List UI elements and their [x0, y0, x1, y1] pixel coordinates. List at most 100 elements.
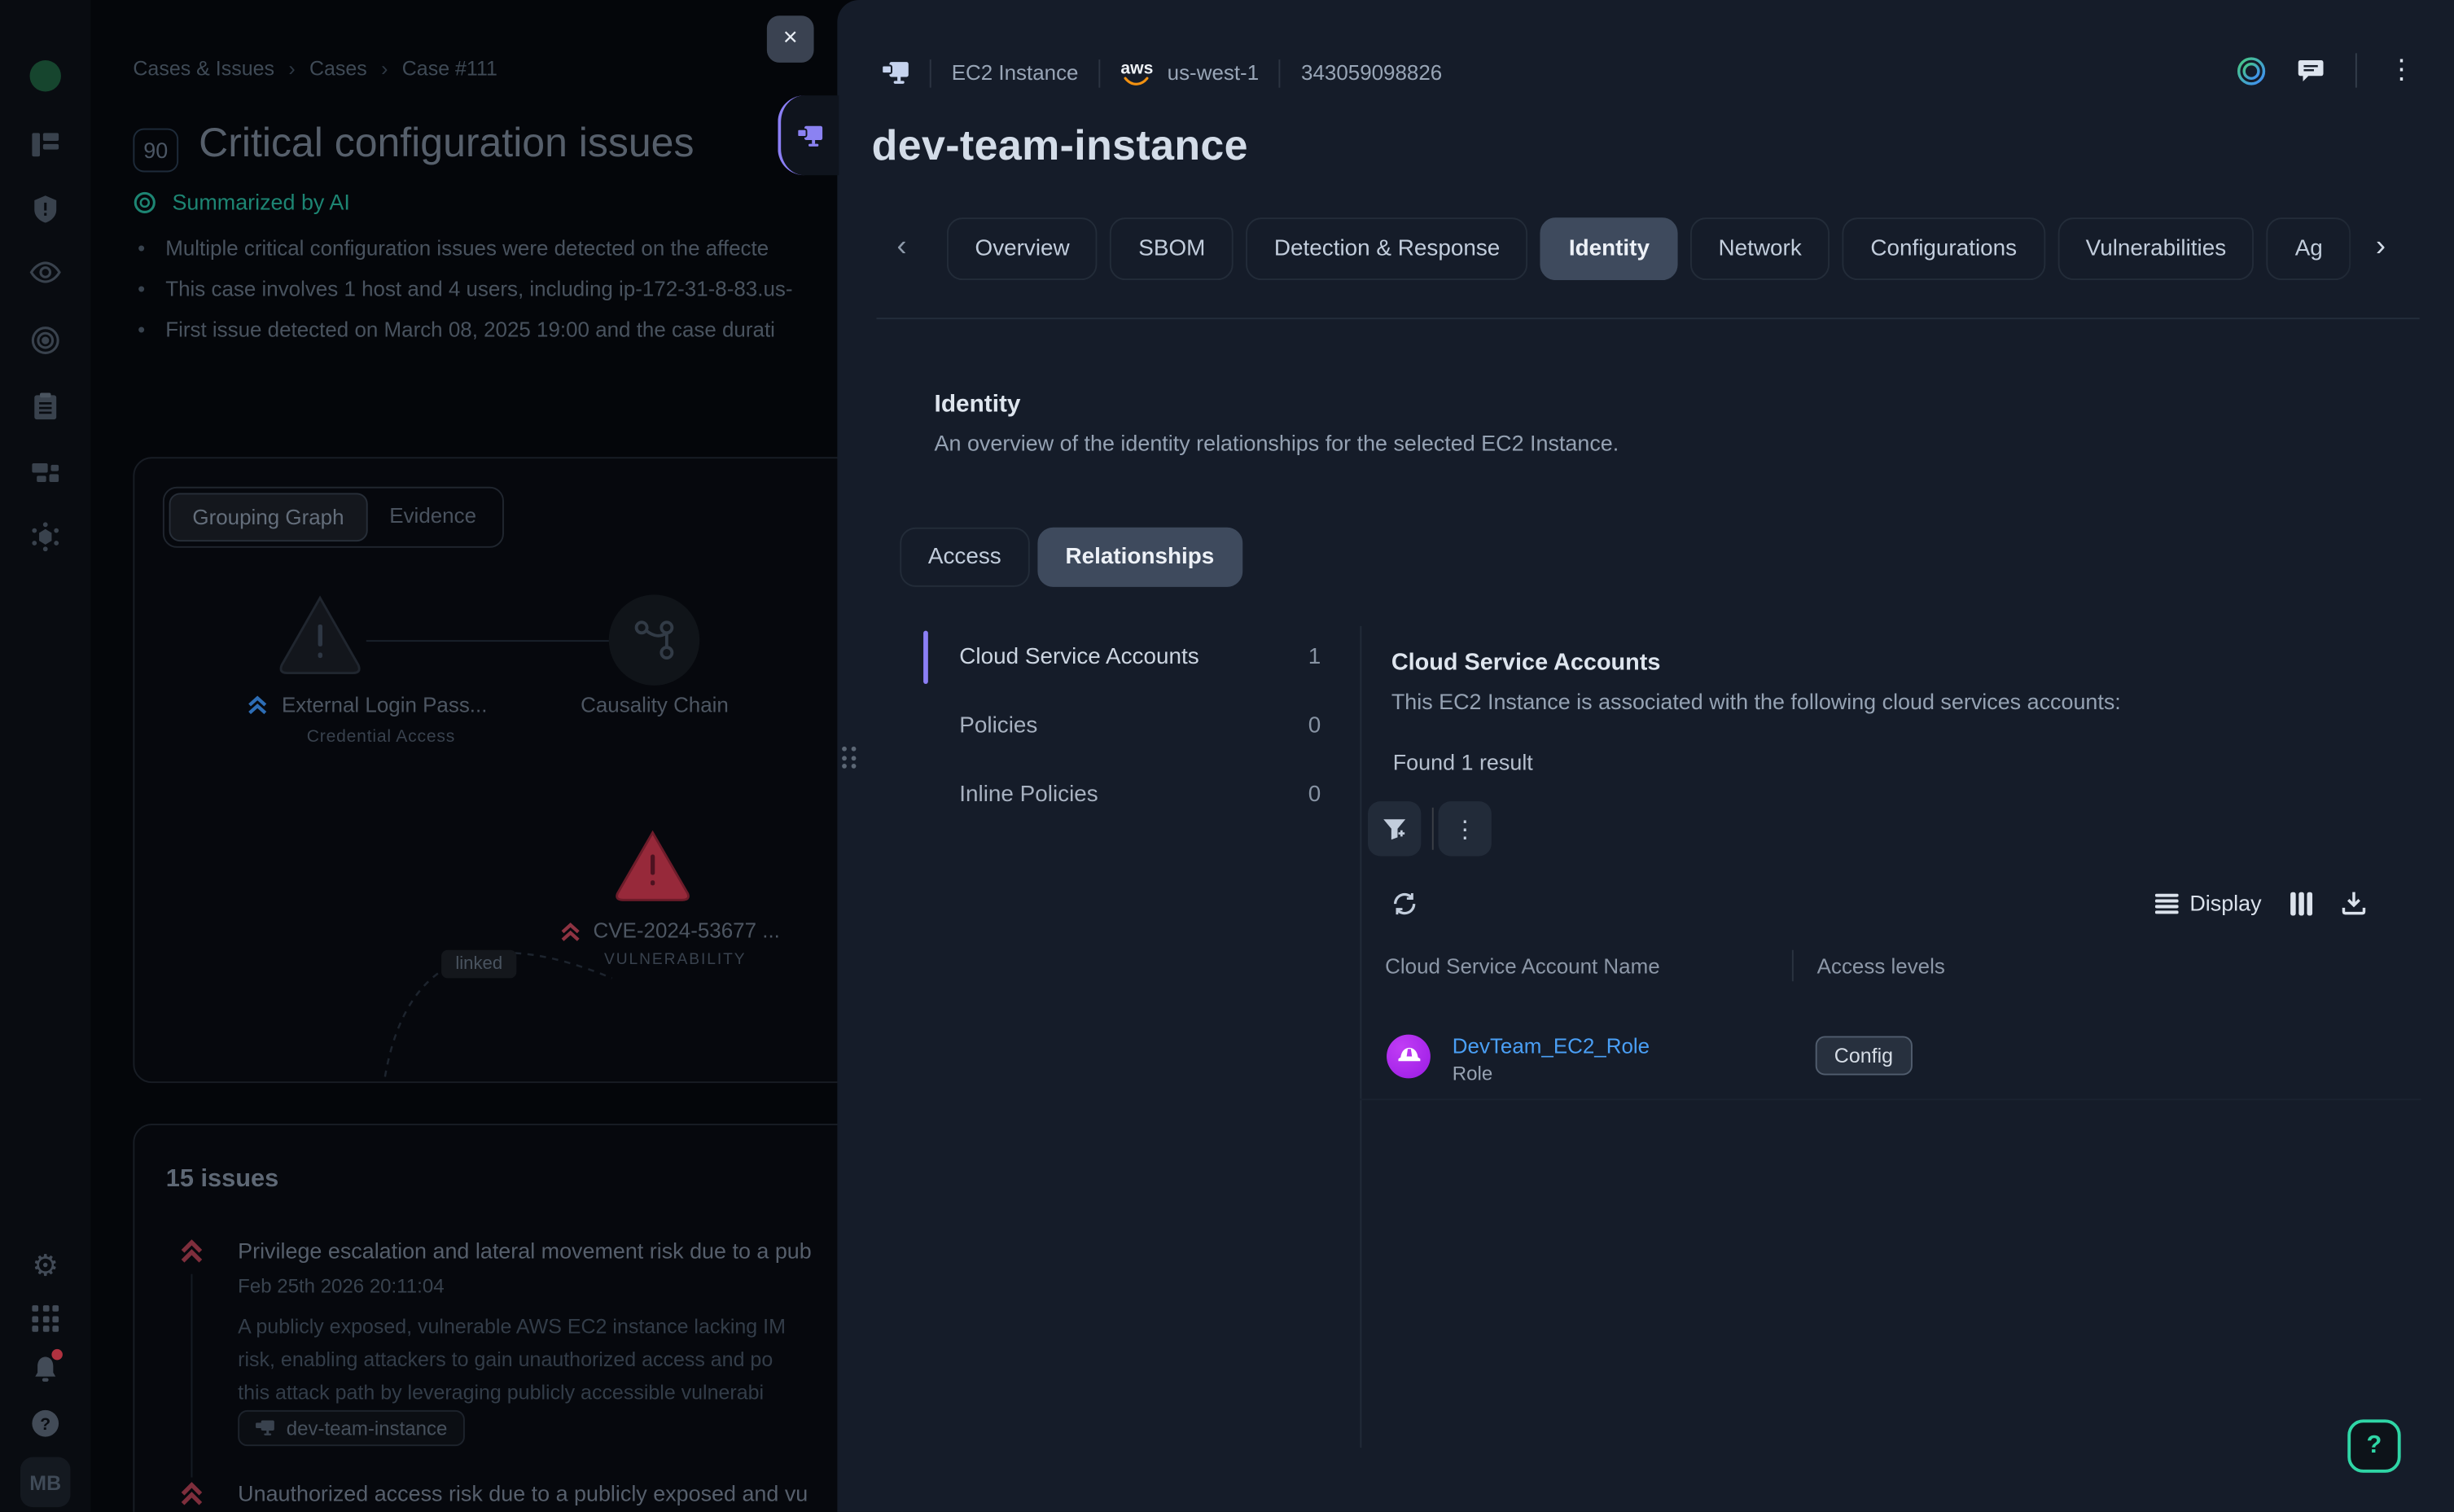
clipboard-icon[interactable] [32, 392, 59, 422]
ai-bullet: • First issue detected on March 08, 2025… [138, 318, 775, 341]
bullet-icon: • [138, 277, 145, 300]
issues-count-heading: 15 issues [166, 1166, 279, 1194]
relationship-nav: Cloud Service Accounts 1 Policies 0 Inli… [923, 623, 1343, 830]
column-header-name[interactable]: Cloud Service Account Name [1385, 955, 1660, 979]
ec2-monitor-icon [881, 61, 909, 85]
grouping-graph-card: Grouping Graph Evidence [133, 457, 903, 1083]
tab-network[interactable]: Network [1690, 217, 1830, 280]
bell-icon[interactable] [31, 1354, 59, 1384]
help-circle-icon[interactable]: ? [30, 1409, 60, 1439]
case-page: Cases & Issues › Cases › Case #111 90 Cr… [90, 0, 905, 1512]
node-label[interactable]: CVE-2024-53677 ... [594, 918, 780, 942]
gear-icon[interactable]: ⚙ [32, 1252, 59, 1282]
nav-policies[interactable]: Policies 0 [923, 692, 1343, 761]
graph-view-toggle: Grouping Graph Evidence [163, 487, 505, 548]
node-sublabel: VULNERABILITY [604, 952, 747, 969]
issue-description: A publicly exposed, vulnerable AWS EC2 i… [238, 1310, 786, 1409]
warning-node-icon[interactable] [275, 594, 365, 675]
issue-timestamp: Feb 25th 2026 20:11:04 [238, 1276, 444, 1298]
display-label: Display [2189, 891, 2261, 916]
chevron-right-icon: › [288, 56, 295, 80]
dashboard-icon[interactable] [30, 130, 60, 160]
csa-heading: Cloud Service Accounts [1391, 650, 1661, 677]
svg-text:?: ? [40, 1415, 50, 1434]
severity-chevrons-icon [178, 1480, 205, 1507]
ai-ring-icon [133, 191, 156, 214]
access-level-chip[interactable]: Config [1816, 1036, 1912, 1075]
edge-label: linked [441, 950, 516, 979]
table-kebab-button[interactable]: ⋮ [1438, 801, 1491, 856]
subtab-access[interactable]: Access [900, 528, 1029, 587]
inventory-blocks-icon[interactable] [30, 457, 60, 484]
tab-configurations[interactable]: Configurations [1843, 217, 2045, 280]
refresh-icon[interactable] [1391, 891, 1418, 918]
row-divider [1360, 1098, 2421, 1100]
eye-icon[interactable] [30, 261, 61, 283]
identity-section-heading: Identity [935, 392, 1021, 420]
tab-vulnerabilities[interactable]: Vulnerabilities [2057, 217, 2255, 280]
radar-bug-icon[interactable] [30, 521, 61, 552]
breadcrumb-cases[interactable]: Cases [309, 56, 367, 80]
region-label: us-west-1 [1168, 61, 1259, 85]
severity-chevrons-icon [178, 1238, 205, 1264]
orca-ai-ring-icon[interactable] [2237, 55, 2267, 85]
comment-icon[interactable] [2298, 59, 2325, 82]
tabs-scroll-right-icon[interactable]: › [2376, 230, 2386, 265]
tab-evidence[interactable]: Evidence [367, 493, 498, 541]
severity-chevrons-icon [559, 920, 582, 944]
account-name-link[interactable]: DevTeam_EC2_Role [1453, 1035, 1650, 1058]
tabs-scroll-left-icon[interactable]: ‹ [896, 230, 906, 265]
causality-node-icon[interactable] [607, 594, 701, 687]
display-button[interactable]: Display [2155, 891, 2262, 916]
nav-cloud-service-accounts[interactable]: Cloud Service Accounts 1 [923, 623, 1343, 692]
shield-alert-icon[interactable] [31, 194, 59, 224]
nav-inline-policies[interactable]: Inline Policies 0 [923, 760, 1343, 830]
role-avatar [1387, 1035, 1431, 1079]
tab-overview[interactable]: Overview [947, 217, 1098, 280]
ai-summary-header: Summarized by AI [133, 190, 349, 215]
result-count: Found 1 result [1393, 750, 1533, 775]
chevron-right-icon: › [381, 56, 388, 80]
asset-tag-chip[interactable]: dev-team-instance [238, 1410, 464, 1446]
bullet-icon: • [138, 318, 145, 341]
column-header-access[interactable]: Access levels [1817, 955, 1945, 979]
filter-button[interactable] [1368, 801, 1421, 856]
tab-grouping-graph[interactable]: Grouping Graph [169, 493, 368, 541]
issue-title[interactable]: Unauthorized access risk due to a public… [238, 1480, 808, 1505]
asset-tabbar: Overview SBOM Detection & Response Ident… [947, 217, 2418, 280]
tabbar-fade [2332, 214, 2442, 283]
tab-detection-response[interactable]: Detection & Response [1246, 217, 1528, 280]
identity-subtabs: Access Relationships [900, 528, 1242, 587]
columns-icon[interactable] [2290, 892, 2313, 915]
target-icon[interactable] [30, 326, 60, 356]
pinned-asset-tab[interactable] [778, 95, 839, 175]
tabbar-divider [876, 318, 2419, 319]
issue-title[interactable]: Privilege escalation and lateral movemen… [238, 1238, 812, 1263]
cve-warning-node-icon[interactable] [612, 828, 694, 901]
kebab-menu-icon[interactable]: ⋮ [2388, 55, 2415, 85]
asset-type-label: EC2 Instance [952, 61, 1079, 85]
node-label[interactable]: Causality Chain [581, 694, 729, 717]
download-icon[interactable] [2342, 891, 2367, 916]
breadcrumb-cases-issues[interactable]: Cases & Issues [133, 56, 274, 80]
node-sublabel: Credential Access [307, 728, 455, 747]
close-button[interactable]: × [767, 15, 814, 63]
tab-identity[interactable]: Identity [1540, 217, 1677, 280]
breadcrumb-case-111: Case #111 [402, 56, 497, 80]
content-divider [1360, 626, 1361, 1448]
app-grid-icon[interactable] [32, 1305, 59, 1332]
user-avatar[interactable]: MB [20, 1457, 71, 1508]
tab-sbom[interactable]: SBOM [1111, 217, 1234, 280]
risk-score-badge: 90 [133, 129, 178, 173]
ai-summary-label: Summarized by AI [172, 190, 349, 215]
node-label[interactable]: External Login Pass... [282, 694, 487, 717]
account-id-label: 343059098826 [1301, 61, 1442, 85]
subtab-relationships[interactable]: Relationships [1037, 528, 1242, 587]
drawer-drag-handle[interactable] [842, 747, 855, 769]
drawer-header: EC2 Instance aws us-west-1 343059098826 [881, 53, 2454, 92]
ai-bullet: • Multiple critical configuration issues… [138, 236, 769, 260]
header-divider [2355, 53, 2357, 87]
account-type: Role [1453, 1063, 1492, 1085]
asset-title: dev-team-instance [872, 122, 1248, 171]
help-button[interactable]: ? [2347, 1419, 2400, 1472]
